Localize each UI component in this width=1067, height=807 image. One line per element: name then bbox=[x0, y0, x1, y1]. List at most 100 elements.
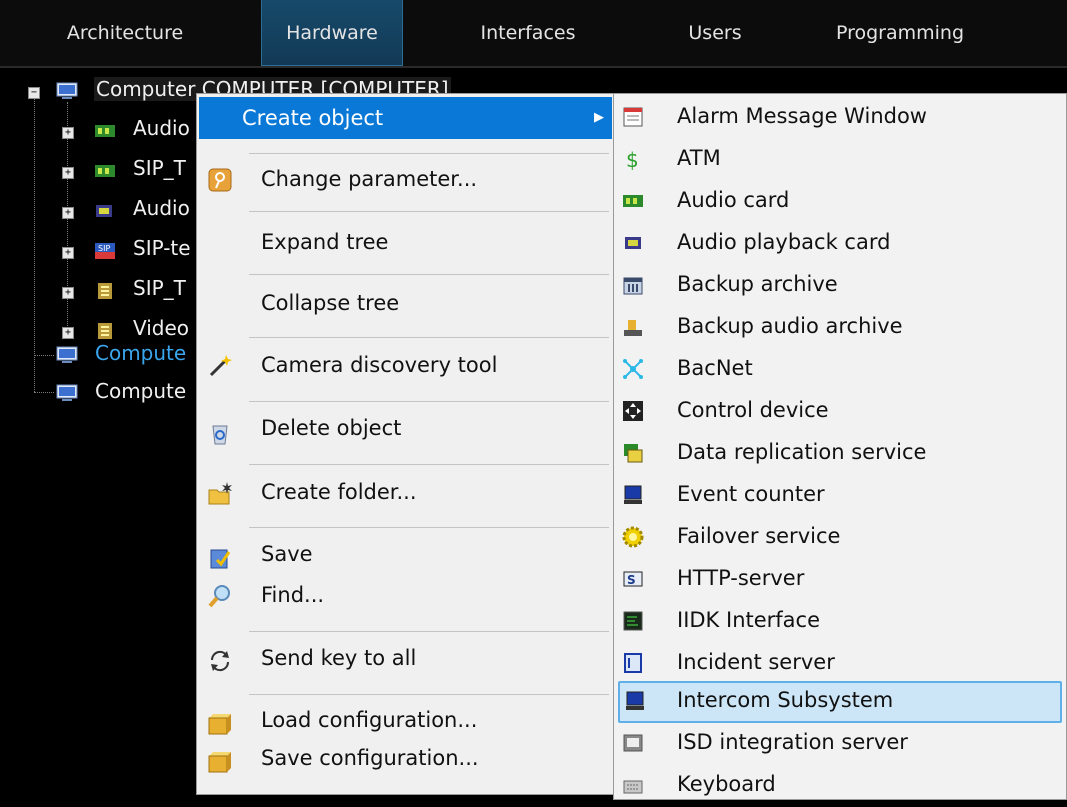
tree-node-label[interactable]: SIP-te bbox=[133, 236, 191, 260]
menu-item-delete-object[interactable]: Delete object bbox=[197, 412, 614, 448]
submenu-item-atm[interactable]: $ ATM bbox=[614, 139, 1066, 181]
submenu-item-event-counter[interactable]: Event counter bbox=[614, 475, 1066, 517]
menu-separator bbox=[249, 274, 609, 275]
expand-toggle[interactable]: + bbox=[62, 207, 74, 219]
playback-card-icon bbox=[96, 205, 112, 217]
audio-card-icon bbox=[95, 165, 115, 177]
tab-users[interactable]: Users bbox=[655, 0, 775, 66]
submenu-item-iidk-interface[interactable]: IIDK Interface bbox=[614, 601, 1066, 643]
incident-server-icon bbox=[624, 653, 642, 673]
menu-item-create-object[interactable]: Create object ▶ bbox=[199, 97, 612, 139]
tab-interfaces[interactable]: Interfaces bbox=[453, 0, 603, 66]
submenu-item-alarm-message-window[interactable]: Alarm Message Window bbox=[614, 97, 1066, 139]
tree-node-label[interactable]: Audio bbox=[133, 116, 190, 140]
menu-item-collapse-tree[interactable]: Collapse tree bbox=[197, 287, 614, 323]
tree-node-label[interactable]: Compute bbox=[95, 341, 186, 365]
submenu-item-label: Control device bbox=[677, 398, 829, 422]
menu-separator bbox=[249, 211, 609, 212]
tree-node-label[interactable]: Audio bbox=[133, 196, 190, 220]
menu-item-create-folder[interactable]: Create folder... bbox=[197, 476, 614, 512]
submenu-item-incident-server[interactable]: Incident server bbox=[614, 643, 1066, 685]
menu-separator bbox=[249, 527, 609, 528]
menu-item-label: Change parameter... bbox=[261, 167, 478, 191]
submenu-item-backup-archive[interactable]: Backup archive bbox=[614, 265, 1066, 307]
menu-item-label: Save configuration... bbox=[261, 746, 479, 770]
menu-item-label: Send key to all bbox=[261, 646, 417, 670]
menu-separator bbox=[249, 694, 609, 695]
submenu-item-backup-audio-archive[interactable]: Backup audio archive bbox=[614, 307, 1066, 349]
control-device-icon bbox=[623, 401, 643, 421]
archive-icon bbox=[623, 277, 643, 295]
menu-item-load-configuration[interactable]: Load configuration... bbox=[197, 704, 614, 740]
computer-icon bbox=[56, 346, 78, 363]
audio-card-icon bbox=[623, 195, 643, 207]
tree-node-label[interactable]: Compute bbox=[95, 379, 186, 403]
menu-item-camera-discovery-tool[interactable]: Camera discovery tool bbox=[197, 349, 614, 385]
video-card-icon bbox=[98, 323, 112, 339]
menu-item-label: Expand tree bbox=[261, 230, 389, 254]
expand-toggle[interactable]: + bbox=[62, 127, 74, 139]
magnifier-icon bbox=[208, 585, 230, 608]
expand-toggle[interactable]: + bbox=[62, 287, 74, 299]
sip-terminal-icon: SIP bbox=[95, 243, 115, 259]
menu-item-send-key-to-all[interactable]: Send key to all bbox=[197, 642, 614, 678]
playback-card-icon bbox=[625, 237, 641, 249]
menu-item-save[interactable]: Save bbox=[197, 538, 614, 574]
submenu-item-control-device[interactable]: Control device bbox=[614, 391, 1066, 433]
tab-programming[interactable]: Programming bbox=[805, 0, 995, 66]
submenu-arrow-icon: ▶ bbox=[594, 110, 604, 125]
tab-hardware[interactable]: Hardware bbox=[261, 0, 403, 66]
svg-text:S: S bbox=[627, 573, 636, 587]
keyboard-icon bbox=[623, 780, 643, 794]
network-icon bbox=[623, 359, 643, 379]
submenu-item-intercom-subsystem[interactable]: Intercom Subsystem bbox=[618, 681, 1062, 723]
menu-item-label: Save bbox=[261, 542, 313, 566]
dollar-icon: $ bbox=[626, 148, 639, 170]
submenu-item-label: HTTP-server bbox=[677, 566, 805, 590]
submenu-item-bacnet[interactable]: BacNet bbox=[614, 349, 1066, 391]
isd-icon bbox=[623, 734, 643, 752]
menu-separator bbox=[249, 464, 609, 465]
submenu-item-label: Audio playback card bbox=[677, 230, 891, 254]
tab-architecture[interactable]: Architecture bbox=[40, 0, 210, 66]
submenu-item-audio-playback-card[interactable]: Audio playback card bbox=[614, 223, 1066, 265]
submenu-item-label: BacNet bbox=[677, 356, 753, 380]
submenu-item-label: Intercom Subsystem bbox=[677, 688, 894, 712]
submenu-item-label: ISD integration server bbox=[677, 730, 908, 754]
monitor-icon bbox=[624, 485, 642, 504]
expand-toggle[interactable]: + bbox=[62, 167, 74, 179]
context-menu: Create object ▶ Change parameter... Expa… bbox=[196, 93, 615, 795]
submenu-item-keyboard[interactable]: Keyboard bbox=[614, 765, 1066, 807]
expand-toggle[interactable]: + bbox=[62, 247, 74, 259]
create-object-submenu: Alarm Message Window $ ATM Audio card Au… bbox=[613, 93, 1067, 800]
submenu-item-failover-service[interactable]: Failover service bbox=[614, 517, 1066, 559]
menu-item-find[interactable]: Find... bbox=[197, 579, 614, 615]
svg-text:$: $ bbox=[626, 148, 639, 170]
menu-separator bbox=[249, 337, 609, 338]
submenu-item-audio-card[interactable]: Audio card bbox=[614, 181, 1066, 223]
menu-item-label: Create object bbox=[242, 106, 384, 130]
gear-icon bbox=[622, 526, 644, 548]
submenu-item-http-server[interactable]: S HTTP-server bbox=[614, 559, 1066, 601]
expand-toggle[interactable]: + bbox=[62, 327, 74, 339]
key-icon bbox=[208, 168, 232, 192]
submenu-item-isd-integration-server[interactable]: ISD integration server bbox=[614, 723, 1066, 765]
computer-icon bbox=[56, 384, 78, 401]
menu-item-expand-tree[interactable]: Expand tree bbox=[197, 226, 614, 262]
intercom-icon bbox=[626, 691, 644, 710]
tree-node-label[interactable]: SIP_T bbox=[133, 276, 186, 300]
submenu-item-data-replication-service[interactable]: Data replication service bbox=[614, 433, 1066, 475]
submenu-item-label: Alarm Message Window bbox=[677, 104, 927, 128]
menu-separator bbox=[249, 153, 609, 154]
menu-item-label: Collapse tree bbox=[261, 291, 400, 315]
submenu-item-label: Backup archive bbox=[677, 272, 838, 296]
tree-guide bbox=[34, 392, 54, 393]
menu-item-change-parameter[interactable]: Change parameter... bbox=[197, 163, 614, 199]
menu-item-save-configuration[interactable]: Save configuration... bbox=[197, 742, 614, 778]
collapse-toggle[interactable]: − bbox=[28, 87, 40, 99]
submenu-item-label: Incident server bbox=[677, 650, 835, 674]
audio-archive-icon bbox=[624, 320, 642, 336]
tree-node-label[interactable]: SIP_T bbox=[133, 156, 186, 180]
tree-node-label[interactable]: Video bbox=[133, 316, 189, 340]
sip-trunk-icon bbox=[98, 283, 112, 299]
